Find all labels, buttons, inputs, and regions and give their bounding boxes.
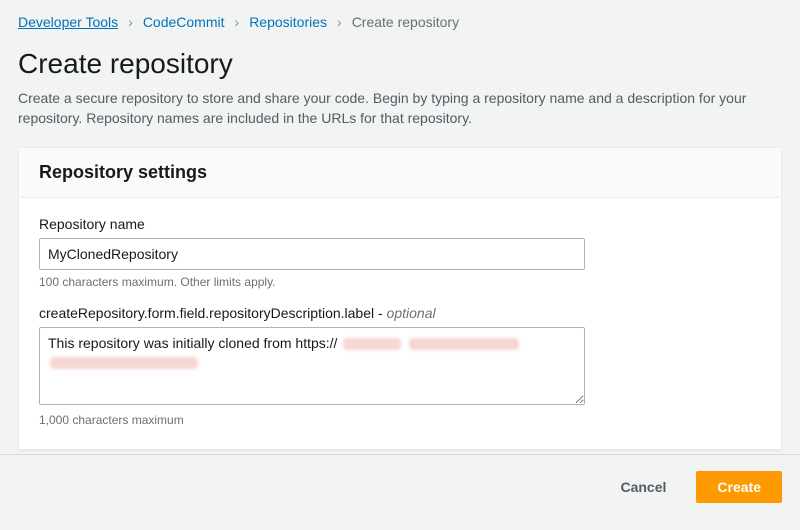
chevron-right-icon: ›: [128, 14, 133, 30]
repository-description-input[interactable]: [39, 327, 585, 405]
repository-settings-panel: Repository settings Repository name 100 …: [18, 147, 782, 450]
breadcrumb-codecommit[interactable]: CodeCommit: [143, 14, 225, 30]
optional-tag: optional: [387, 305, 436, 321]
repository-name-label: Repository name: [39, 216, 761, 232]
breadcrumb-current: Create repository: [352, 14, 459, 30]
repository-description-label: createRepository.form.field.repositoryDe…: [39, 305, 761, 321]
panel-title: Repository settings: [39, 162, 761, 183]
repository-description-hint: 1,000 characters maximum: [39, 413, 761, 427]
repository-description-field: createRepository.form.field.repositoryDe…: [39, 305, 761, 427]
page-description: Create a secure repository to store and …: [18, 88, 782, 129]
create-button[interactable]: Create: [696, 471, 782, 503]
repository-name-field: Repository name 100 characters maximum. …: [39, 216, 761, 289]
chevron-right-icon: ›: [235, 14, 240, 30]
breadcrumb-developer-tools[interactable]: Developer Tools: [18, 14, 118, 30]
repository-description-label-text: createRepository.form.field.repositoryDe…: [39, 305, 387, 321]
breadcrumb-repositories[interactable]: Repositories: [249, 14, 327, 30]
repository-name-hint: 100 characters maximum. Other limits app…: [39, 275, 761, 289]
repository-name-input[interactable]: [39, 238, 585, 270]
chevron-right-icon: ›: [337, 14, 342, 30]
breadcrumb: Developer Tools › CodeCommit › Repositor…: [18, 14, 782, 30]
footer: Cancel Create: [0, 455, 800, 519]
cancel-button[interactable]: Cancel: [600, 471, 686, 503]
page-title: Create repository: [18, 48, 782, 80]
panel-header: Repository settings: [19, 148, 781, 198]
